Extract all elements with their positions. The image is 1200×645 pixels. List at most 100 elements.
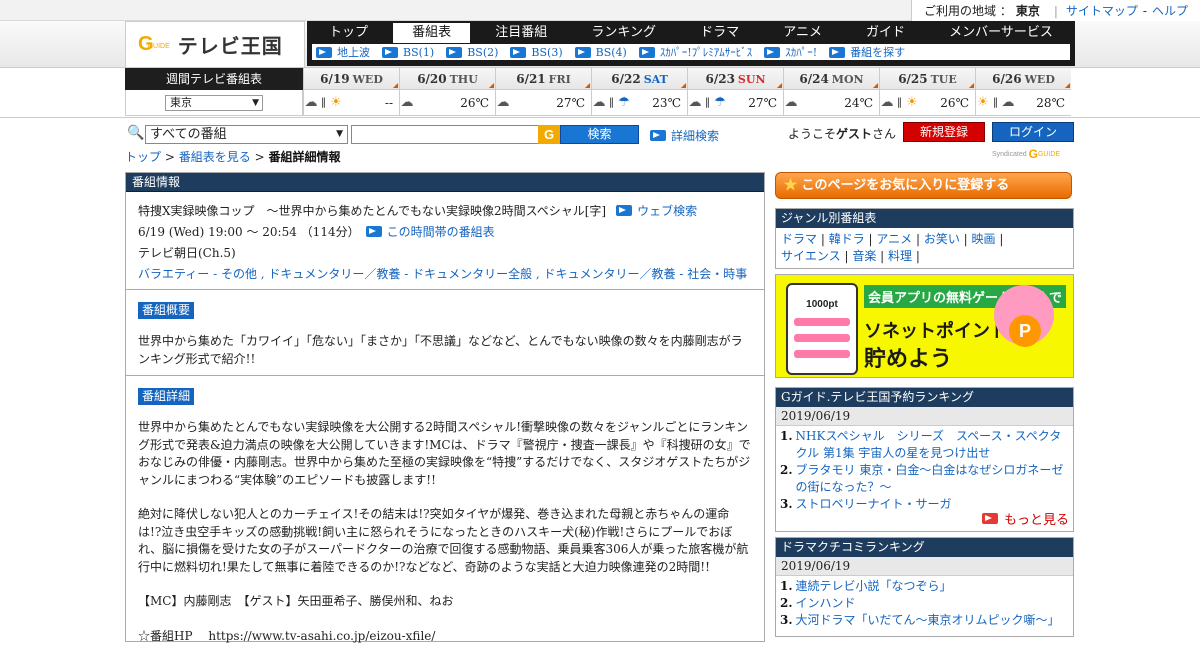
arrow-icon — [510, 47, 526, 58]
day-column[interactable]: 6/24MON☁24℃ — [783, 68, 879, 116]
ranking-link[interactable]: 大河ドラマ「いだてん～東京オリムピック噺～」 — [796, 612, 1060, 629]
day-column[interactable]: 6/26WED☀‖☁28℃ — [975, 68, 1071, 116]
welcome-text: ようこそゲストさん — [788, 125, 896, 142]
day-column[interactable]: 6/25TUE☁‖☀26℃ — [879, 68, 975, 116]
advanced-search-link[interactable]: 詳細検索 — [650, 127, 719, 144]
advertisement-banner[interactable]: 1000pt 会員アプリの無料ゲームで遊んで ソネットポイントを 貯めよう P — [775, 274, 1074, 378]
genre-sep: | — [912, 249, 920, 263]
rain-icon: ☂ — [617, 96, 631, 110]
day-header[interactable]: 6/23SUN — [688, 68, 783, 90]
divider: | — [1054, 4, 1058, 18]
temperature: 27℃ — [748, 96, 777, 110]
sitemap-link[interactable]: サイトマップ — [1066, 2, 1138, 19]
genre-link[interactable]: サイエンス — [781, 249, 841, 263]
subnav-skyperfect[interactable]: ｽｶﾊﾟｰ! — [764, 44, 817, 60]
ranking-link[interactable]: ストロベリーナイト・サーガ — [796, 496, 952, 513]
subnav-bs2[interactable]: BS(2) — [446, 46, 498, 59]
nav-top[interactable]: トップ — [310, 23, 387, 43]
subnav-skyperfect-premium[interactable]: ｽｶﾊﾟｰ!ﾌﾟﾚﾐｱﾑｻｰﾋﾞｽ — [639, 44, 752, 60]
area-select[interactable]: 東京 — [165, 95, 263, 111]
genre-link[interactable]: 映画 — [972, 232, 996, 246]
genre-link[interactable]: 韓ドラ — [829, 232, 865, 246]
ranking-link[interactable]: ブラタモリ 東京・白金〜白金はなぜシロガネーゼの街になった？〜 — [796, 462, 1069, 496]
ranking-link[interactable]: 連続テレビ小説「なつぞら」 — [796, 578, 952, 595]
subnav-search-program[interactable]: 番組を探す — [829, 44, 905, 60]
ranking-link[interactable]: インハンド — [796, 595, 856, 612]
day-header[interactable]: 6/21FRI — [496, 68, 591, 90]
register-button[interactable]: 新規登録 — [903, 122, 985, 142]
cloud-icon: ☁ — [1001, 96, 1015, 110]
search-icon: 🔍 — [127, 125, 144, 141]
nav-program-guide[interactable]: 番組表 — [393, 23, 470, 43]
arrow-icon — [382, 47, 398, 58]
more-link[interactable]: もっと見る — [982, 509, 1069, 528]
ranking-item: 2.ブラタモリ 東京・白金〜白金はなぜシロガネーゼの街になった？〜 — [780, 462, 1069, 496]
day-header[interactable]: 6/26WED — [976, 68, 1071, 90]
arrow-icon — [446, 47, 462, 58]
temperature: 26℃ — [940, 96, 969, 110]
genre-link[interactable]: アニメ — [876, 232, 912, 246]
genre-link[interactable]: 音楽 — [852, 249, 876, 263]
genre-link[interactable]: 料理 — [888, 249, 912, 263]
breadcrumb-top[interactable]: トップ — [125, 150, 161, 164]
rain-icon: ☂ — [713, 96, 727, 110]
site-logo[interactable]: G GUIDE テレビ王国 — [125, 21, 305, 68]
subnav-bs4[interactable]: BS(4) — [575, 46, 627, 59]
cloud-icon: ☁ — [496, 96, 510, 110]
help-link[interactable]: ヘルプ — [1152, 2, 1188, 19]
program-genres[interactable]: バラエティー - その他 , ドキュメンタリー／教養 - ドキュメンタリー全般 … — [138, 265, 747, 282]
rank-number: 1. — [780, 428, 793, 462]
arrow-icon — [829, 47, 845, 58]
genre-link[interactable]: ドラマ — [781, 232, 817, 246]
arrow-icon — [639, 47, 655, 58]
day-header[interactable]: 6/20THU — [400, 68, 495, 90]
day-column[interactable]: 6/19WED☁‖☀-- — [303, 68, 399, 116]
nav-anime[interactable]: アニメ — [764, 23, 841, 43]
sun-icon: ☀ — [976, 96, 990, 110]
day-header[interactable]: 6/22SAT — [592, 68, 687, 90]
detail-text-1: 世界中から集めたとんでもない実録映像を大公開する2時間スペシャル!衝撃映像の数々… — [138, 419, 752, 489]
rank-number: 2. — [780, 462, 793, 496]
nav-featured[interactable]: 注目番組 — [476, 23, 566, 43]
weather-sep: ‖ — [705, 97, 710, 108]
nav-drama[interactable]: ドラマ — [681, 23, 758, 43]
timeslot-link[interactable]: この時間帯の番組表 — [366, 223, 495, 240]
nav-ranking[interactable]: ランキング — [572, 23, 675, 43]
day-column[interactable]: 6/21FRI☁27℃ — [495, 68, 591, 116]
breadcrumb-current: 番組詳細情報 — [268, 150, 340, 164]
rank-number: 3. — [780, 612, 793, 629]
web-search-link[interactable]: ウェブ検索 — [616, 202, 697, 219]
day-header[interactable]: 6/24MON — [784, 68, 879, 90]
nav-member-service[interactable]: メンバーサービス — [930, 23, 1072, 43]
panel-title: 番組情報 — [126, 173, 764, 192]
subnav-bs1[interactable]: BS(1) — [382, 46, 434, 59]
detail-section: 番組詳細 世界中から集めたとんでもない実録映像を大公開する2時間スペシャル!衝撃… — [126, 376, 764, 645]
drama-review-ranking: ドラマクチコミランキング 2019/06/19 1.連続テレビ小説「なつぞら」2… — [775, 537, 1074, 637]
search-button[interactable]: 検索 — [560, 125, 639, 144]
genre-select[interactable]: すべての番組 — [145, 125, 348, 144]
day-weather: ☁26℃ — [400, 90, 495, 116]
subnav-bs3[interactable]: BS(3) — [510, 46, 562, 59]
region-bar: ご利用の地域 ： 東京 | サイトマップ - ヘルプ — [911, 0, 1200, 21]
genre-link[interactable]: お笑い — [924, 232, 960, 246]
day-column[interactable]: 6/23SUN☁‖☂27℃ — [687, 68, 783, 116]
syndicated-logo: SyndicatedGGUIDE — [992, 147, 1060, 161]
breadcrumb-guide[interactable]: 番組表を見る — [179, 150, 251, 164]
reservation-ranking: Gガイド.テレビ王国予約ランキング 2019/06/19 1.NHKスペシャル … — [775, 387, 1074, 532]
login-button[interactable]: ログイン — [992, 122, 1074, 142]
genre-sep: | — [841, 249, 853, 263]
detail-text-2: 絶対に降伏しない犯人とのカーチェイス!その結末は!?突如タイヤが爆発、巻き込まれ… — [138, 506, 752, 576]
subnav-terrestrial[interactable]: 地上波 — [316, 44, 370, 60]
day-column[interactable]: 6/22SAT☁‖☂23℃ — [591, 68, 687, 116]
nav-guide[interactable]: ガイド — [847, 23, 924, 43]
day-header[interactable]: 6/25TUE — [880, 68, 975, 90]
ranking-link[interactable]: NHKスペシャル シリーズ スペース・スペクタクル 第1集 宇宙人の星を見つけ出… — [796, 428, 1069, 462]
day-header[interactable]: 6/19WED — [304, 68, 399, 90]
sun-icon: ☀ — [329, 96, 343, 110]
logo-text: テレビ王国 — [178, 30, 283, 59]
day-column[interactable]: 6/20THU☁26℃ — [399, 68, 495, 116]
arrow-icon — [316, 47, 332, 58]
add-favorite-button[interactable]: ★ このページをお気に入りに登録する — [775, 172, 1072, 199]
arrow-icon — [982, 513, 998, 524]
search-input[interactable] — [351, 125, 539, 144]
